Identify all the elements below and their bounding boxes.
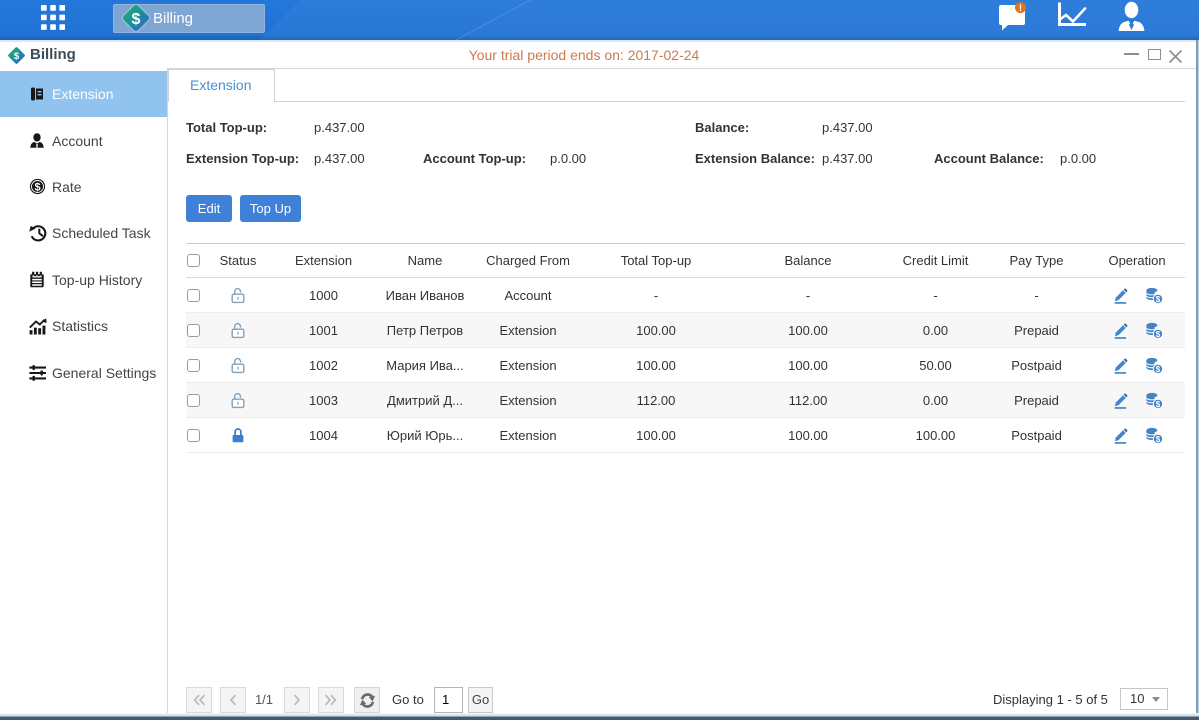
svg-text:$: $	[1155, 294, 1160, 303]
svg-text:$: $	[1155, 329, 1160, 338]
svg-text:!: !	[1019, 3, 1022, 13]
svg-text:$: $	[1155, 434, 1160, 443]
svg-text:$: $	[1155, 364, 1160, 373]
svg-text:$: $	[1155, 399, 1160, 408]
svg-text:$: $	[132, 11, 141, 28]
svg-text:$: $	[34, 182, 40, 194]
svg-text:$: $	[14, 51, 20, 62]
